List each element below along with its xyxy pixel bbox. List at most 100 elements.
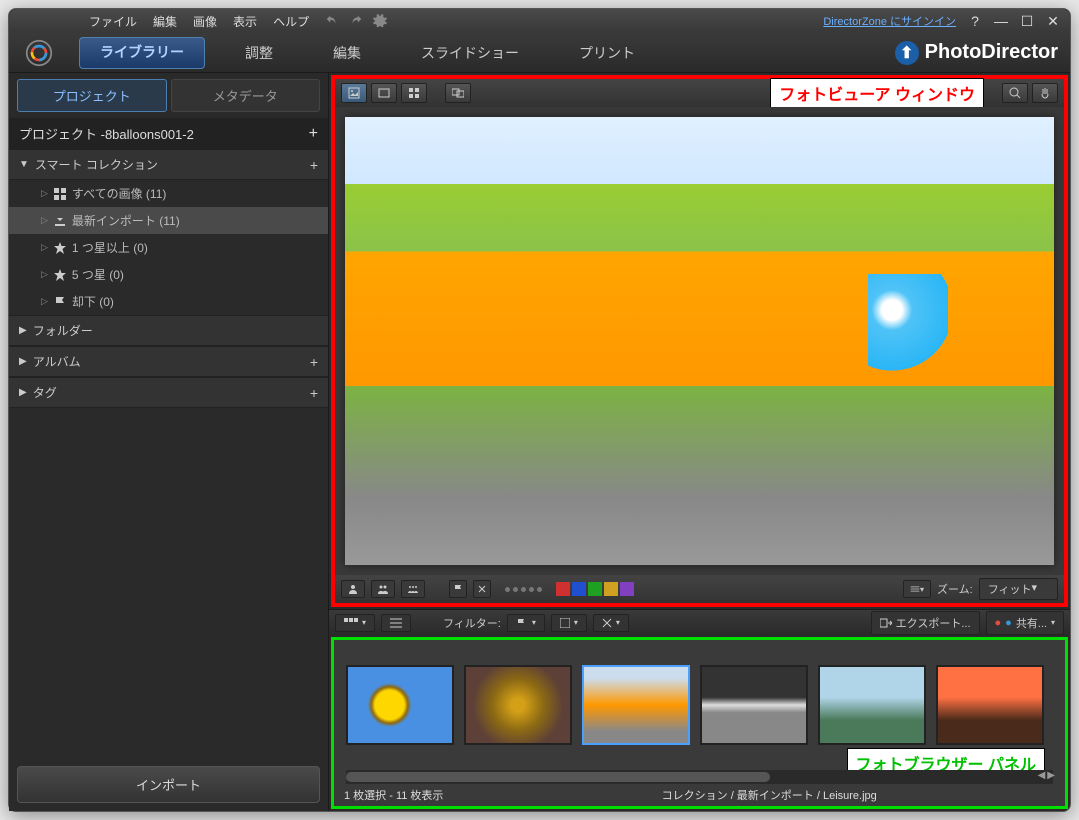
chevron-right-icon: ▷ <box>41 188 48 199</box>
tag-people3-button[interactable] <box>401 580 425 598</box>
view-secondary-button[interactable] <box>445 83 471 103</box>
section-label: アルバム <box>33 353 81 370</box>
star-icon <box>54 269 66 281</box>
color-labels[interactable] <box>556 582 634 596</box>
section-label: スマート コレクション <box>35 156 158 173</box>
view-compare-button[interactable] <box>371 83 397 103</box>
section-album[interactable]: ▶ アルバム + <box>9 346 328 377</box>
maximize-icon[interactable]: ☐ <box>1020 14 1034 28</box>
section-label: フォルダー <box>33 322 93 339</box>
add-album-icon[interactable]: + <box>310 354 318 370</box>
menu-edit[interactable]: 編集 <box>153 13 177 30</box>
add-tag-icon[interactable]: + <box>310 385 318 401</box>
flag-reject-button[interactable] <box>473 580 491 598</box>
project-name: プロジェクト -8balloons001-2 <box>19 124 194 143</box>
sort-thumbnail-button[interactable]: ▾ <box>335 614 375 632</box>
thumbnail[interactable] <box>700 665 808 745</box>
undo-icon[interactable] <box>325 13 339 30</box>
zoom-select[interactable]: フィット ▾ <box>979 578 1058 600</box>
filter-label: フィルター: <box>443 615 501 631</box>
tree-item-label: 5 つ星 (0) <box>72 266 124 283</box>
export-button[interactable]: エクスポート... <box>871 611 980 635</box>
brand-label: PhotoDirector <box>925 41 1058 64</box>
pan-tool-button[interactable] <box>1032 83 1058 103</box>
flag-pick-button[interactable] <box>449 580 467 598</box>
settings-icon[interactable] <box>373 13 387 30</box>
filter-flag-button[interactable]: ▾ <box>507 614 545 632</box>
upload-icon[interactable]: ⬆ <box>895 41 919 65</box>
tree-item-1star[interactable]: ▷ 1 つ星以上 (0) <box>9 234 328 261</box>
main-area: フォトビューア ウィンドウ <box>329 73 1070 811</box>
tab-print[interactable]: プリント <box>549 37 665 69</box>
viewer-canvas[interactable] <box>335 107 1064 575</box>
thumbnail[interactable] <box>818 665 926 745</box>
share-button[interactable]: ●● 共有... ▾ <box>986 611 1065 635</box>
export-icon <box>880 618 892 628</box>
import-icon <box>54 215 66 227</box>
thumbnail[interactable] <box>936 665 1044 745</box>
project-tree: ▼ スマート コレクション + ▷ すべての画像 (11) ▷ 最新インポート … <box>9 149 328 758</box>
tag-people2-button[interactable] <box>371 580 395 598</box>
zoom-tool-button[interactable] <box>1002 83 1028 103</box>
zoom-label: ズーム: <box>937 581 973 597</box>
tree-item-label: 1 つ星以上 (0) <box>72 239 148 256</box>
view-single-button[interactable] <box>341 83 367 103</box>
tree-item-label: 最新インポート (11) <box>72 212 180 229</box>
section-tag[interactable]: ▶ タグ + <box>9 377 328 408</box>
main-photo <box>345 117 1054 565</box>
section-smart-collection[interactable]: ▼ スマート コレクション + <box>9 149 328 180</box>
signin-link[interactable]: DirectorZone にサインイン <box>823 13 956 29</box>
close-icon[interactable]: ✕ <box>1046 14 1060 28</box>
filter-rating-button[interactable]: ▾ <box>593 614 629 632</box>
section-folder[interactable]: ▶ フォルダー <box>9 315 328 346</box>
minimize-icon[interactable]: — <box>994 14 1008 28</box>
thumbnail[interactable] <box>582 665 690 745</box>
tag-person-button[interactable] <box>341 580 365 598</box>
menu-help[interactable]: ヘルプ <box>273 13 309 30</box>
help-icon[interactable]: ? <box>968 14 982 28</box>
add-collection-icon[interactable]: + <box>310 157 318 173</box>
brand: ⬆ PhotoDirector <box>895 41 1058 65</box>
tab-library[interactable]: ライブラリー <box>79 37 205 69</box>
status-path: コレクション / 最新インポート / Leisure.jpg <box>662 787 877 803</box>
chevron-down-icon: ▼ <box>19 159 29 170</box>
tree-item-5star[interactable]: ▷ 5 つ星 (0) <box>9 261 328 288</box>
chevron-right-icon: ▷ <box>41 242 48 253</box>
tab-adjust[interactable]: 調整 <box>215 37 303 69</box>
photo-browser-panel: フォトブラウザー パネル ◀▶ 1 枚選択 - 11 枚表示 コレクション / … <box>331 637 1068 809</box>
filter-label-button[interactable]: ▾ <box>551 614 587 632</box>
menu-image[interactable]: 画像 <box>193 13 217 30</box>
chevron-right-icon: ▷ <box>41 215 48 226</box>
thumbnail[interactable] <box>464 665 572 745</box>
view-grid-button[interactable] <box>401 83 427 103</box>
tree-item-all-images[interactable]: ▷ すべての画像 (11) <box>9 180 328 207</box>
side-tab-project[interactable]: プロジェクト <box>17 79 167 112</box>
tree-item-recent-import[interactable]: ▷ 最新インポート (11) <box>9 207 328 234</box>
scroll-left-icon[interactable]: ◀ <box>1038 770 1046 781</box>
redo-icon[interactable] <box>349 13 363 30</box>
side-tab-metadata[interactable]: メタデータ <box>171 79 321 112</box>
add-project-icon[interactable]: + <box>309 125 318 143</box>
menubar: ファイル 編集 画像 表示 ヘルプ DirectorZone にサインイン ? … <box>9 9 1070 33</box>
viewer-annotation: フォトビューア ウィンドウ <box>770 78 984 108</box>
tab-slideshow[interactable]: スライドショー <box>391 37 549 69</box>
share-label: 共有... <box>1016 615 1047 631</box>
main-tabbar: ライブラリー 調整 編集 スライドショー プリント ⬆ PhotoDirecto… <box>9 33 1070 73</box>
histogram-toggle-button[interactable]: ▾ <box>903 580 931 598</box>
star-icon <box>54 242 66 254</box>
scroll-right-icon[interactable]: ▶ <box>1047 770 1055 781</box>
tree-item-label: 却下 (0) <box>72 293 114 310</box>
chevron-right-icon: ▶ <box>19 325 27 336</box>
menu-file[interactable]: ファイル <box>89 13 137 30</box>
tab-edit[interactable]: 編集 <box>303 37 391 69</box>
menu-view[interactable]: 表示 <box>233 13 257 30</box>
import-button[interactable]: インポート <box>17 766 320 803</box>
tree-item-rejected[interactable]: ▷ 却下 (0) <box>9 288 328 315</box>
grid-icon <box>54 188 66 200</box>
chevron-right-icon: ▶ <box>19 387 27 398</box>
rating-stars[interactable] <box>505 587 542 592</box>
thumbnail-scrollbar[interactable]: ◀▶ <box>346 770 1053 784</box>
sort-list-button[interactable] <box>381 614 411 632</box>
tree-item-label: すべての画像 (11) <box>72 185 166 202</box>
thumbnail[interactable] <box>346 665 454 745</box>
